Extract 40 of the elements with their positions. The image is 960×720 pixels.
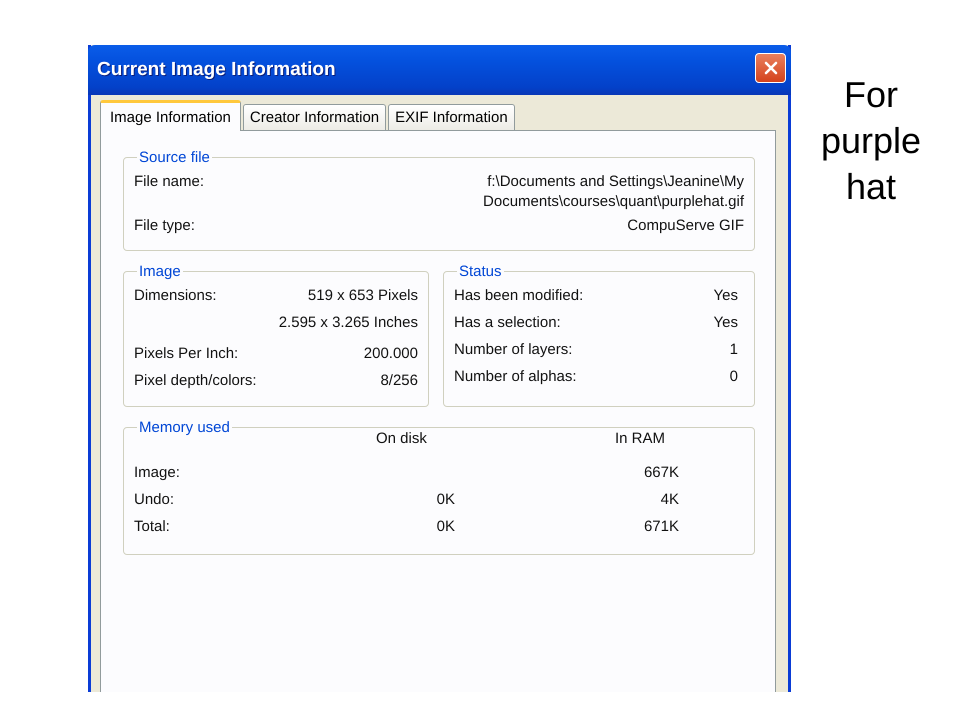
field-value: 519 x 653 Pixels	[308, 286, 418, 306]
field-value: 671K	[644, 518, 679, 535]
group-title: Source file	[138, 149, 211, 166]
field-label: Has a selection:	[454, 313, 561, 333]
field-label: Total:	[134, 517, 171, 537]
close-icon	[762, 60, 778, 76]
field-value: Yes	[714, 313, 738, 333]
column-header: On disk	[376, 430, 428, 447]
field-value: 8/256	[380, 371, 418, 391]
field-value: 200.000	[364, 344, 418, 364]
column-header: In RAM	[615, 430, 666, 447]
field-value: 0	[730, 367, 738, 387]
close-button[interactable]	[755, 53, 786, 83]
group-title: Image	[138, 263, 182, 280]
group-title: Memory used	[138, 419, 231, 436]
window-title: Current Image Information	[97, 59, 336, 81]
field-value: CompuServe GIF	[626, 216, 744, 236]
field-value: 0K	[436, 491, 455, 508]
field-label: File name:	[134, 172, 204, 192]
field-label: Number of alphas:	[454, 367, 577, 387]
tab[interactable]: EXIF Information	[388, 104, 515, 130]
field-value: 2.595 x 3.265 Inches	[278, 313, 418, 333]
field-label: Has been modified:	[454, 286, 584, 306]
field-value: 4K	[660, 491, 679, 508]
field-label: Undo:	[134, 490, 176, 510]
field-label: Dimensions:	[134, 286, 217, 306]
field-value: 1	[730, 340, 738, 360]
field-value: 0K	[436, 518, 455, 535]
tab[interactable]: Image Information	[100, 100, 241, 131]
slide-caption: For purple hat	[820, 73, 922, 209]
field-label: Image:	[134, 463, 181, 483]
tab[interactable]: Creator Information	[242, 104, 386, 130]
field-label: Number of layers:	[454, 340, 572, 360]
field-value: f:\Documents and Settings\Jeanine\My Documents\courses\quant\purplehat.gif	[482, 172, 744, 212]
field-label: File type:	[134, 216, 195, 236]
group-title: Status	[458, 263, 503, 280]
field-value: 667K	[644, 464, 679, 481]
field-value: Yes	[714, 286, 738, 306]
field-label: Pixels Per Inch:	[134, 344, 238, 364]
field-label: Pixel depth/colors:	[134, 371, 257, 391]
